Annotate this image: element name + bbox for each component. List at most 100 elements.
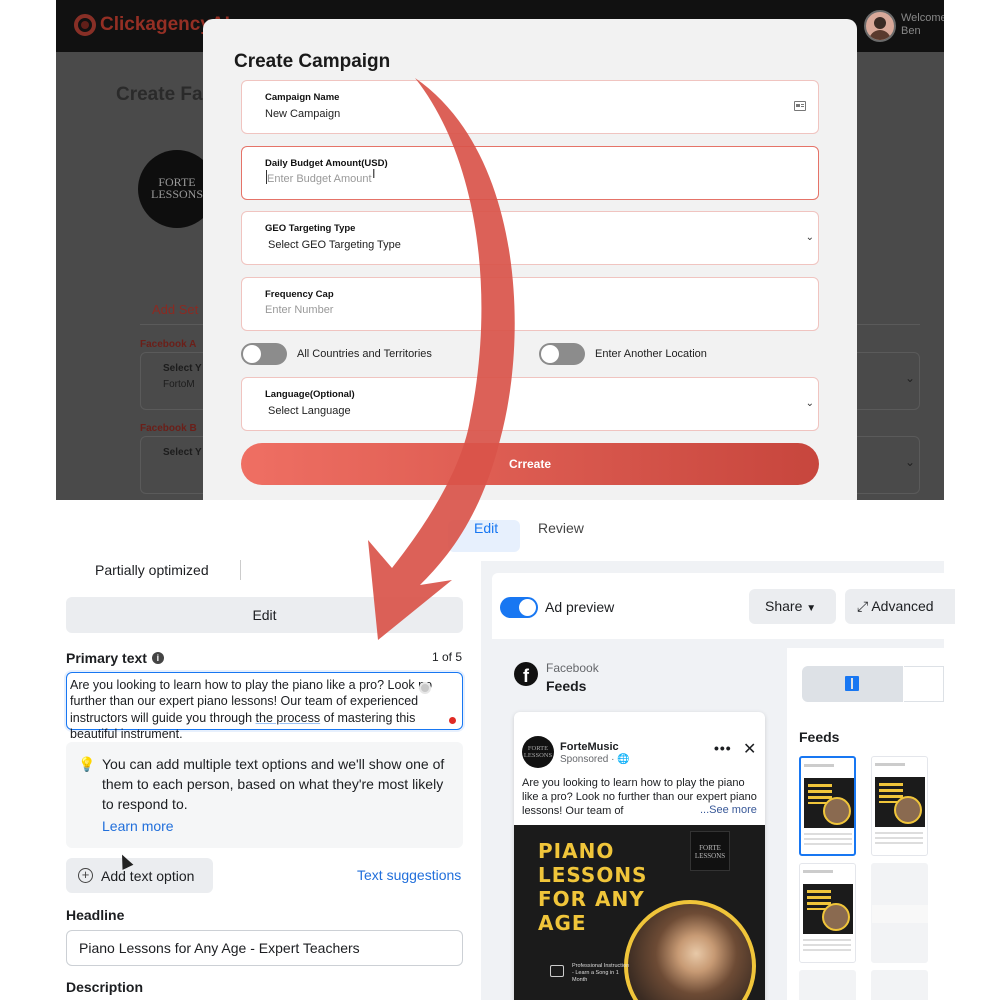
divider	[240, 560, 241, 580]
advanced-preview-button[interactable]: ⤢ Advanced	[845, 589, 955, 624]
error-dot-icon	[449, 717, 456, 724]
facebook-post-preview: FORTE LESSONS ForteMusic Sponsored · 🌐 •…	[514, 712, 765, 1000]
background-tab: Add Set	[152, 302, 199, 317]
plus-circle-icon: +	[78, 868, 93, 883]
campaign-app-panel: ClickagencyAI Welcome Ben Create Fa FORT…	[56, 0, 944, 500]
frequency-cap-label: Frequency Cap	[265, 289, 334, 300]
welcome-label: Welcome	[901, 12, 944, 24]
platform-name: Facebook	[546, 661, 599, 675]
geo-targeting-value: Select GEO Targeting Type	[268, 239, 401, 251]
add-text-option-button[interactable]: + Add text option	[66, 858, 213, 893]
geo-targeting-label: GEO Targeting Type	[265, 223, 356, 234]
layout-icon	[845, 676, 859, 691]
close-icon[interactable]: ✕	[743, 739, 756, 759]
placement-thumbnail[interactable]	[799, 863, 856, 963]
daily-budget-placeholder[interactable]: Enter Budget Amount	[267, 173, 372, 185]
emoji-icon[interactable]	[419, 682, 431, 694]
info-icon[interactable]: i	[151, 652, 164, 664]
text-cursor-icon: I	[372, 167, 376, 181]
thumb-line	[803, 870, 833, 873]
placement-thumbnail[interactable]	[871, 970, 928, 1000]
thumb-lines	[875, 832, 923, 834]
background-select-2-text: Select Y	[163, 447, 202, 458]
share-button[interactable]: Share ▼	[749, 589, 836, 624]
advanced-label: Advanced	[871, 598, 934, 614]
primary-text-input[interactable]: Are you looking to learn how to play the…	[66, 672, 463, 741]
id-card-icon	[794, 101, 806, 111]
ad-preview-label: Ad preview	[545, 599, 615, 615]
daily-budget-field[interactable]: Daily Budget Amount(USD) Enter Budget Am…	[241, 146, 819, 200]
primary-text-count: 1 of 5	[432, 650, 463, 664]
thumb-image	[804, 778, 854, 828]
daily-budget-label: Daily Budget Amount(USD)	[265, 158, 388, 169]
another-location-label: Enter Another Location	[595, 348, 707, 360]
edit-button[interactable]: Edit	[66, 597, 463, 633]
background-label-2: Facebook B	[140, 423, 197, 434]
background-label-1: Facebook A	[140, 339, 197, 350]
background-select-1-text: Select Y	[163, 363, 202, 374]
welcome-text: Welcome Ben	[901, 12, 944, 38]
more-options-icon[interactable]: •••	[714, 740, 732, 756]
thumb-image	[803, 884, 853, 934]
text-suggestions-link[interactable]: Text suggestions	[357, 867, 461, 883]
add-text-option-label: Add text option	[101, 867, 195, 884]
tip-box: 💡 You can add multiple text options and …	[66, 742, 463, 848]
optimization-status: Partially optimized	[95, 562, 209, 578]
thumb-lines	[803, 939, 851, 941]
feeds-heading: Feeds	[799, 729, 840, 745]
chevron-down-icon: ⌄	[904, 371, 915, 385]
headline-input[interactable]: Piano Lessons for Any Age - Expert Teach…	[66, 930, 463, 966]
thumb-line	[804, 764, 834, 767]
layout-toggle-other[interactable]	[904, 666, 944, 702]
all-countries-label: All Countries and Territories	[297, 348, 432, 360]
post-image: PIANO LESSONS FOR ANY AGE FORTE LESSONS …	[514, 825, 765, 1000]
user-name: Ben	[901, 25, 921, 37]
page-name: ForteMusic	[560, 741, 619, 753]
another-location-toggle[interactable]	[539, 343, 585, 365]
campaign-name-value[interactable]: New Campaign	[265, 108, 340, 120]
campaign-name-label: Campaign Name	[265, 92, 340, 103]
ad-text-editor: Partially optimized Edit Primary text i …	[56, 540, 476, 1000]
page-avatar: FORTE LESSONS	[522, 736, 554, 768]
thumb-line	[875, 763, 905, 766]
placement-thumbnail[interactable]	[871, 756, 928, 856]
thumb-lines	[804, 833, 852, 835]
create-campaign-modal: Create Campaign Campaign Name New Campai…	[203, 19, 857, 500]
chevron-down-icon: ⌄	[805, 232, 814, 243]
avatar[interactable]	[864, 10, 896, 42]
another-location-toggle-row[interactable]: Enter Another Location	[539, 343, 707, 365]
tip-text: You can add multiple text options and we…	[102, 756, 445, 812]
language-value: Select Language	[268, 405, 351, 417]
headline-label: Headline	[66, 907, 125, 923]
all-countries-toggle[interactable]	[241, 343, 287, 365]
lightbulb-icon: 💡	[78, 756, 96, 772]
chevron-down-icon: ⌄	[805, 398, 814, 409]
facebook-icon: f	[514, 662, 538, 686]
caret-down-icon: ▼	[806, 603, 817, 614]
placement-thumbnail[interactable]	[799, 756, 856, 856]
poster-small-text: Professional Instruction - Learn a Song …	[572, 963, 630, 983]
background-select-1-value: FortoM	[163, 379, 195, 390]
tab-review[interactable]: Review	[538, 520, 584, 552]
chevron-down-icon: ⌄	[904, 455, 915, 469]
placement-thumbnail[interactable]	[799, 970, 856, 1000]
brand-logo-icon	[74, 14, 96, 36]
ad-preview-toggle[interactable]	[500, 597, 538, 618]
frequency-cap-placeholder[interactable]: Enter Number	[265, 304, 333, 316]
modal-title: Create Campaign	[234, 51, 391, 72]
learn-more-link[interactable]: Learn more	[102, 818, 174, 834]
primary-text-heading: Primary text i	[66, 650, 164, 666]
geo-targeting-select[interactable]: GEO Targeting Type Select GEO Targeting …	[241, 211, 819, 265]
thumb-image	[875, 777, 925, 827]
language-select[interactable]: Language(Optional) Select Language ⌄	[241, 377, 819, 431]
sponsored-label: Sponsored · 🌐	[560, 754, 630, 765]
all-countries-toggle-row[interactable]: All Countries and Territories	[241, 343, 432, 365]
create-button[interactable]: Crreate	[241, 443, 819, 485]
campaign-name-field[interactable]: Campaign Name New Campaign	[241, 80, 819, 134]
language-label: Language(Optional)	[265, 389, 355, 400]
primary-text-part-2: the process	[255, 710, 321, 725]
see-more-link[interactable]: ...See more	[700, 804, 757, 816]
background-page-title: Create Fa	[116, 84, 203, 105]
placement-name: Feeds	[546, 678, 587, 694]
frequency-cap-field[interactable]: Frequency Cap Enter Number	[241, 277, 819, 331]
